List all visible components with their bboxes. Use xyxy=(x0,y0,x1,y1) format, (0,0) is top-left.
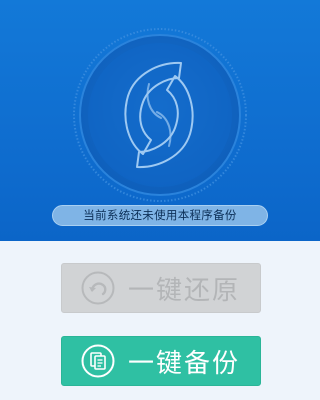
copy-documents-icon xyxy=(81,344,115,378)
one-click-restore-button[interactable]: 一键还原 xyxy=(61,263,261,313)
sync-emblem-icon xyxy=(73,28,247,202)
restore-button-label: 一键还原 xyxy=(128,275,241,306)
backup-button-label: 一键备份 xyxy=(128,348,241,379)
one-click-backup-button[interactable]: 一键备份 xyxy=(61,336,261,386)
header-panel: 当前系统还未使用本程序备份 xyxy=(0,0,320,241)
backup-status-message: 当前系统还未使用本程序备份 xyxy=(52,205,268,226)
undo-arrow-icon xyxy=(81,271,115,305)
